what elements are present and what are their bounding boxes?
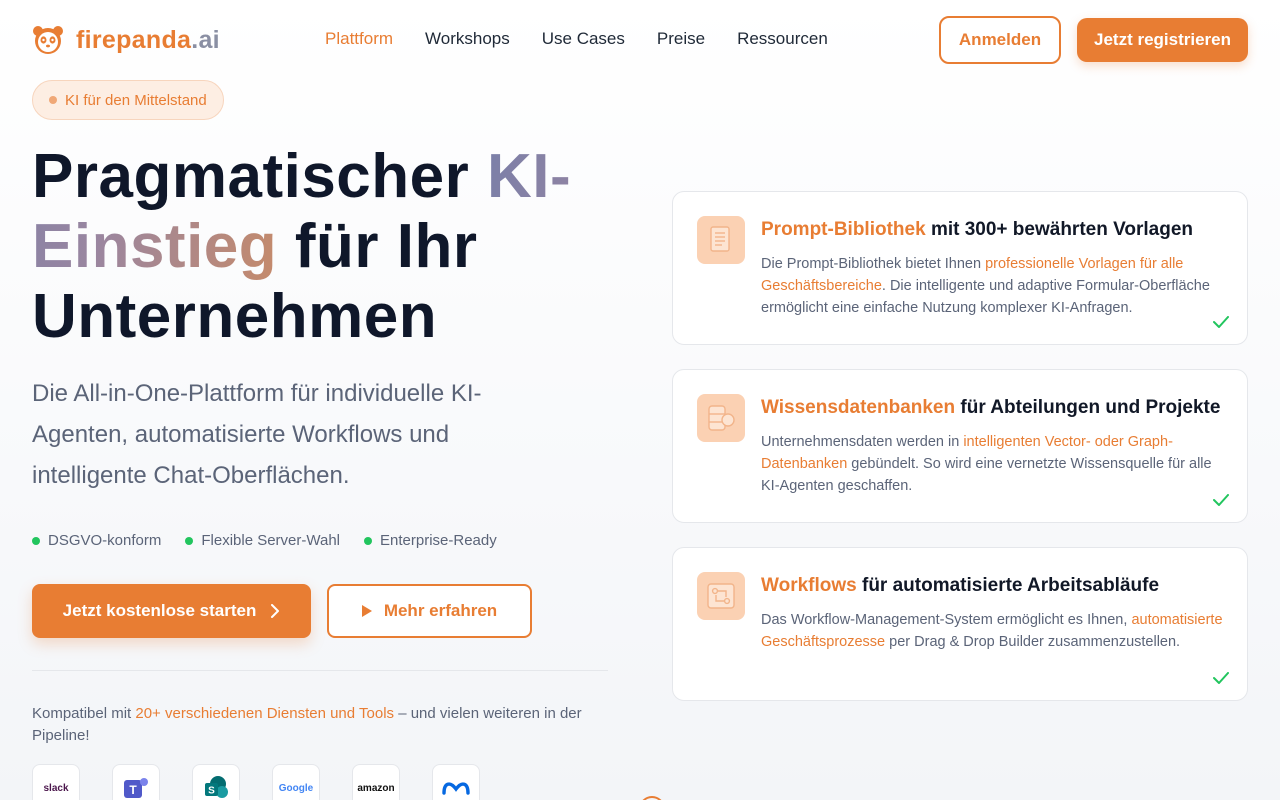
status-dot [185,536,194,545]
brand-name: firepanda.ai [76,25,220,54]
check-item: Enterprise-Ready [364,532,497,549]
check-icon [1213,672,1229,684]
check-item: DSGVO-konform [32,532,161,549]
play-icon [361,605,372,617]
nav-link-plattform[interactable]: Plattform [325,29,393,49]
nav-link-workshops[interactable]: Workshops [425,29,510,49]
start-free-label: Jetzt kostenlose starten [62,601,257,620]
svg-text:S: S [208,786,215,797]
feature-card-prompt-library[interactable]: Prompt-Bibliothek mit 300+ bewährten Vor… [672,191,1248,345]
feature-checks: DSGVO-konform Flexible Server-Wahl Enter… [32,532,497,549]
card-description: Das Workflow-Management-System ermöglich… [761,612,1223,650]
feature-card-workflows[interactable]: Workflows für automatisierte Arbeitsablä… [672,547,1248,701]
check-icon [1213,316,1229,328]
register-button[interactable]: Jetzt registrieren [1077,18,1248,62]
check-icon [1213,494,1229,506]
amazon-icon: amazon [352,764,400,800]
compatibility-link[interactable]: 20+ verschiedenen Diensten und Tools [135,705,394,722]
panda-icon [33,26,63,54]
card-description: Unternehmensdaten werden in intelligente… [761,434,1212,494]
hero-badge: KI für den Mittelstand [32,80,224,120]
workflow-icon [697,572,745,620]
feature-card-knowledge-bases[interactable]: Wissensdatenbanken für Abteilungen und P… [672,369,1248,523]
status-dot [32,536,40,545]
badge-dot [49,96,57,104]
status-dot [364,536,373,545]
scroll-indicator[interactable] [639,796,665,800]
card-title: Workflows für automatisierte Arbeitsablä… [761,575,1160,596]
badge-label: KI für den Mittelstand [65,91,207,109]
learn-more-label: Mehr erfahren [383,601,498,620]
chevron-right-icon [271,604,280,618]
learn-more-button[interactable]: Mehr erfahren [327,584,532,638]
card-title: Prompt-Bibliothek mit 300+ bewährten Vor… [761,219,1193,240]
hero-subline: Die All-in-One-Plattform für individuell… [32,380,482,489]
nav-link-ressourcen[interactable]: Ressourcen [737,29,828,49]
card-description: Die Prompt-Bibliothek bietet Ihnen profe… [761,256,1210,316]
document-icon [697,216,745,264]
slack-icon: slack [32,764,80,800]
meta-icon [432,764,480,800]
teams-icon: T [112,764,160,800]
start-free-button[interactable]: Jetzt kostenlose starten [32,584,311,638]
divider [32,670,608,671]
nav-links: Plattform Workshops Use Cases Preise Res… [325,29,828,49]
google-icon: Google [272,764,320,800]
card-title: Wissensdatenbanken für Abteilungen und P… [761,397,1221,418]
login-button[interactable]: Anmelden [939,16,1061,64]
database-icon [697,394,745,442]
nav-link-use-cases[interactable]: Use Cases [542,29,625,49]
sharepoint-icon: S [192,764,240,800]
compatibility-text: Kompatibel mit 20+ verschiedenen Dienste… [32,705,582,744]
check-item: Flexible Server-Wahl [185,532,340,549]
tool-logos: slack T S Google amazon [32,764,480,800]
top-navigation: firepanda.ai Plattform Workshops Use Cas… [0,0,1280,80]
svg-text:T: T [129,783,137,797]
brand-logo[interactable]: firepanda.ai [32,24,220,56]
page-title: Pragmatischer KI-Einstieg für Ihr Untern… [32,142,572,351]
nav-link-preise[interactable]: Preise [657,29,705,49]
